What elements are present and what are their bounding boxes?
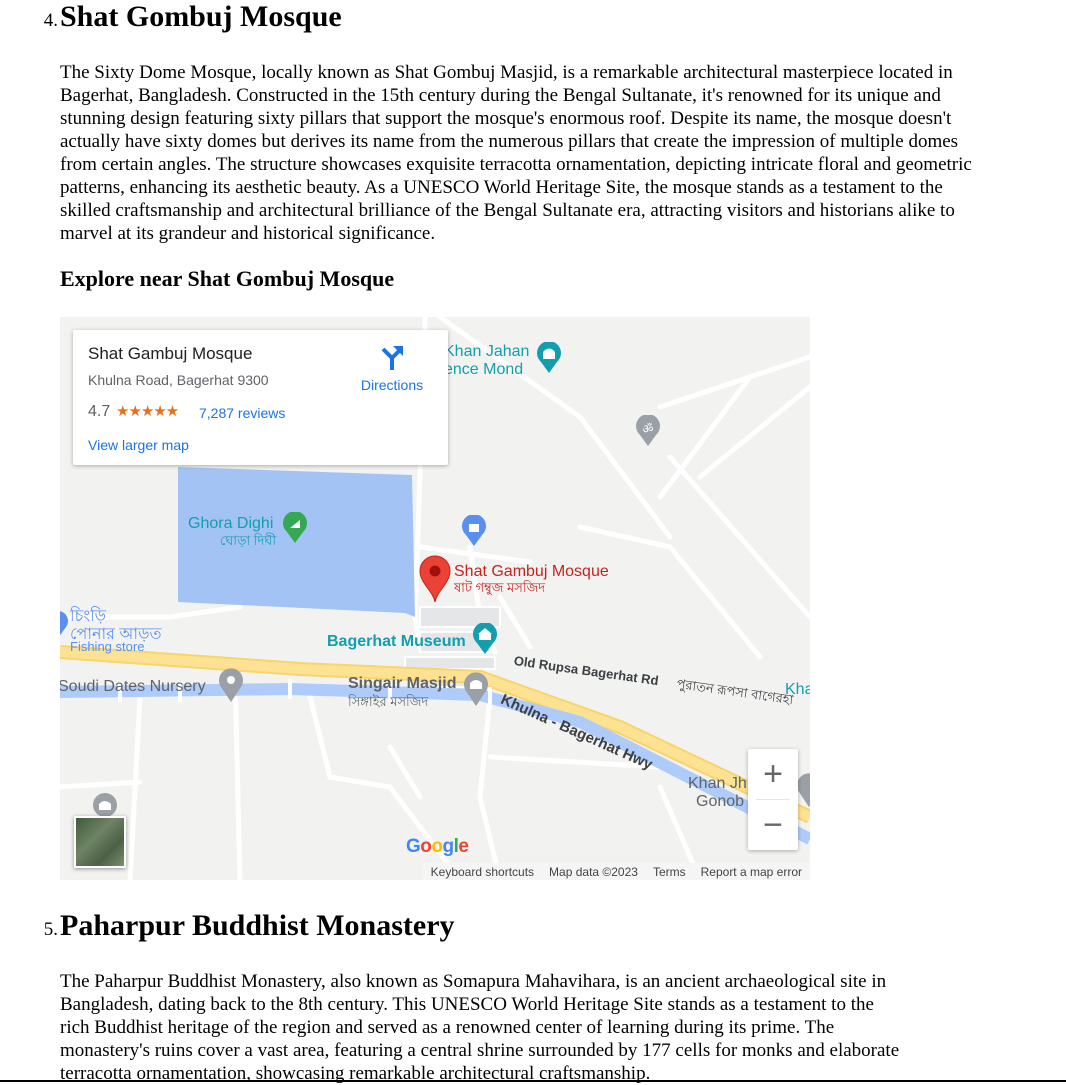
section-4-heading: 4. Shat Gombuj Mosque [0,0,342,34]
page-divider [0,1080,1066,1082]
svg-text:ॐ: ॐ [643,422,654,436]
section-title: Shat Gombuj Mosque [60,0,342,33]
edge-pin-icon[interactable] [796,772,810,808]
zoom-in-button[interactable]: + [748,749,798,799]
google-logo: Google [406,836,469,857]
map-label-soudi-dates: Soudi Dates Nursery [60,678,206,695]
park-pin-icon[interactable] [282,512,308,544]
map-data-label: Map data ©2023 [549,864,638,879]
map-footer: Keyboard shortcuts Map data ©2023 Terms … [422,863,810,880]
section-4-paragraph: The Sixty Dome Mosque, locally known as … [60,62,972,244]
report-error-link[interactable]: Report a map error [701,865,802,879]
directions-button[interactable]: Directions [357,345,427,393]
place-name: Shat Gambuj Mosque [88,344,253,363]
directions-label: Directions [360,377,424,393]
temple-pin-icon[interactable]: ॐ [635,415,661,447]
directions-icon [381,346,403,370]
view-larger-map-link[interactable]: View larger map [88,437,189,453]
section-title: Paharpur Buddhist Monastery [60,909,455,942]
satellite-toggle-thumbnail[interactable] [74,816,126,868]
fishing-pin-icon[interactable] [60,609,68,639]
place-info-card: Shat Gambuj Mosque Khulna Road, Bagerhat… [73,330,448,465]
map-label-kha: Kha [785,681,810,698]
place-address: Khulna Road, Bagerhat 9300 [88,372,269,388]
rating-stars-icon: ★★★★★ [116,403,179,420]
map-label-residence: ence Mond [444,361,524,378]
zoom-out-button[interactable]: − [748,800,798,850]
reviews-link[interactable]: 7,287 reviews [199,405,285,421]
section-number: 5. [43,919,58,940]
map-label-khan-jahan: Khan Jahan [444,343,530,360]
map-label-khan-jh: Khan Jh [688,775,747,792]
mosque-icon[interactable] [92,792,118,818]
section-5-paragraph: The Paharpur Buddhist Monastery, also kn… [60,971,900,1084]
place-rating: 4.7 [88,403,111,420]
map-label-ghora-dighi: Ghora Dighi [188,515,274,532]
map-label-gonob: Gonob [696,793,745,810]
shopping-pin-icon[interactable] [461,515,487,547]
map-label-singair-bn: সিঙ্গাইর মসজিদ [348,694,429,709]
location-marker-icon[interactable] [418,555,452,603]
terms-link[interactable]: Terms [653,865,686,879]
keyboard-shortcuts-link[interactable]: Keyboard shortcuts [431,865,534,879]
map-label-singair: Singair Masjid [348,675,457,692]
section-5-heading: 5. Paharpur Buddhist Monastery [0,909,455,943]
mosque-pin-icon[interactable] [463,671,489,707]
zoom-controls: + − [748,749,798,850]
nursery-pin-icon[interactable] [218,667,244,703]
map-label-ghora-dighi-bn: ঘোড়া দিঘী [220,533,277,548]
map-label-fishing-store: Fishing store [70,639,145,654]
museum-pin-icon[interactable] [472,623,498,655]
embedded-map[interactable]: Khan Jahan ence Mond ॐ Ghora Dighi ঘোড়া… [60,317,810,880]
section-number: 4. [43,10,58,31]
explore-heading: Explore near Shat Gombuj Mosque [60,266,395,291]
map-label-mosque-bn: ষাট গম্বুজ মসজিদ [454,580,546,595]
monument-pin-icon[interactable] [536,342,562,374]
map-label-museum: Bagerhat Museum [327,633,466,650]
